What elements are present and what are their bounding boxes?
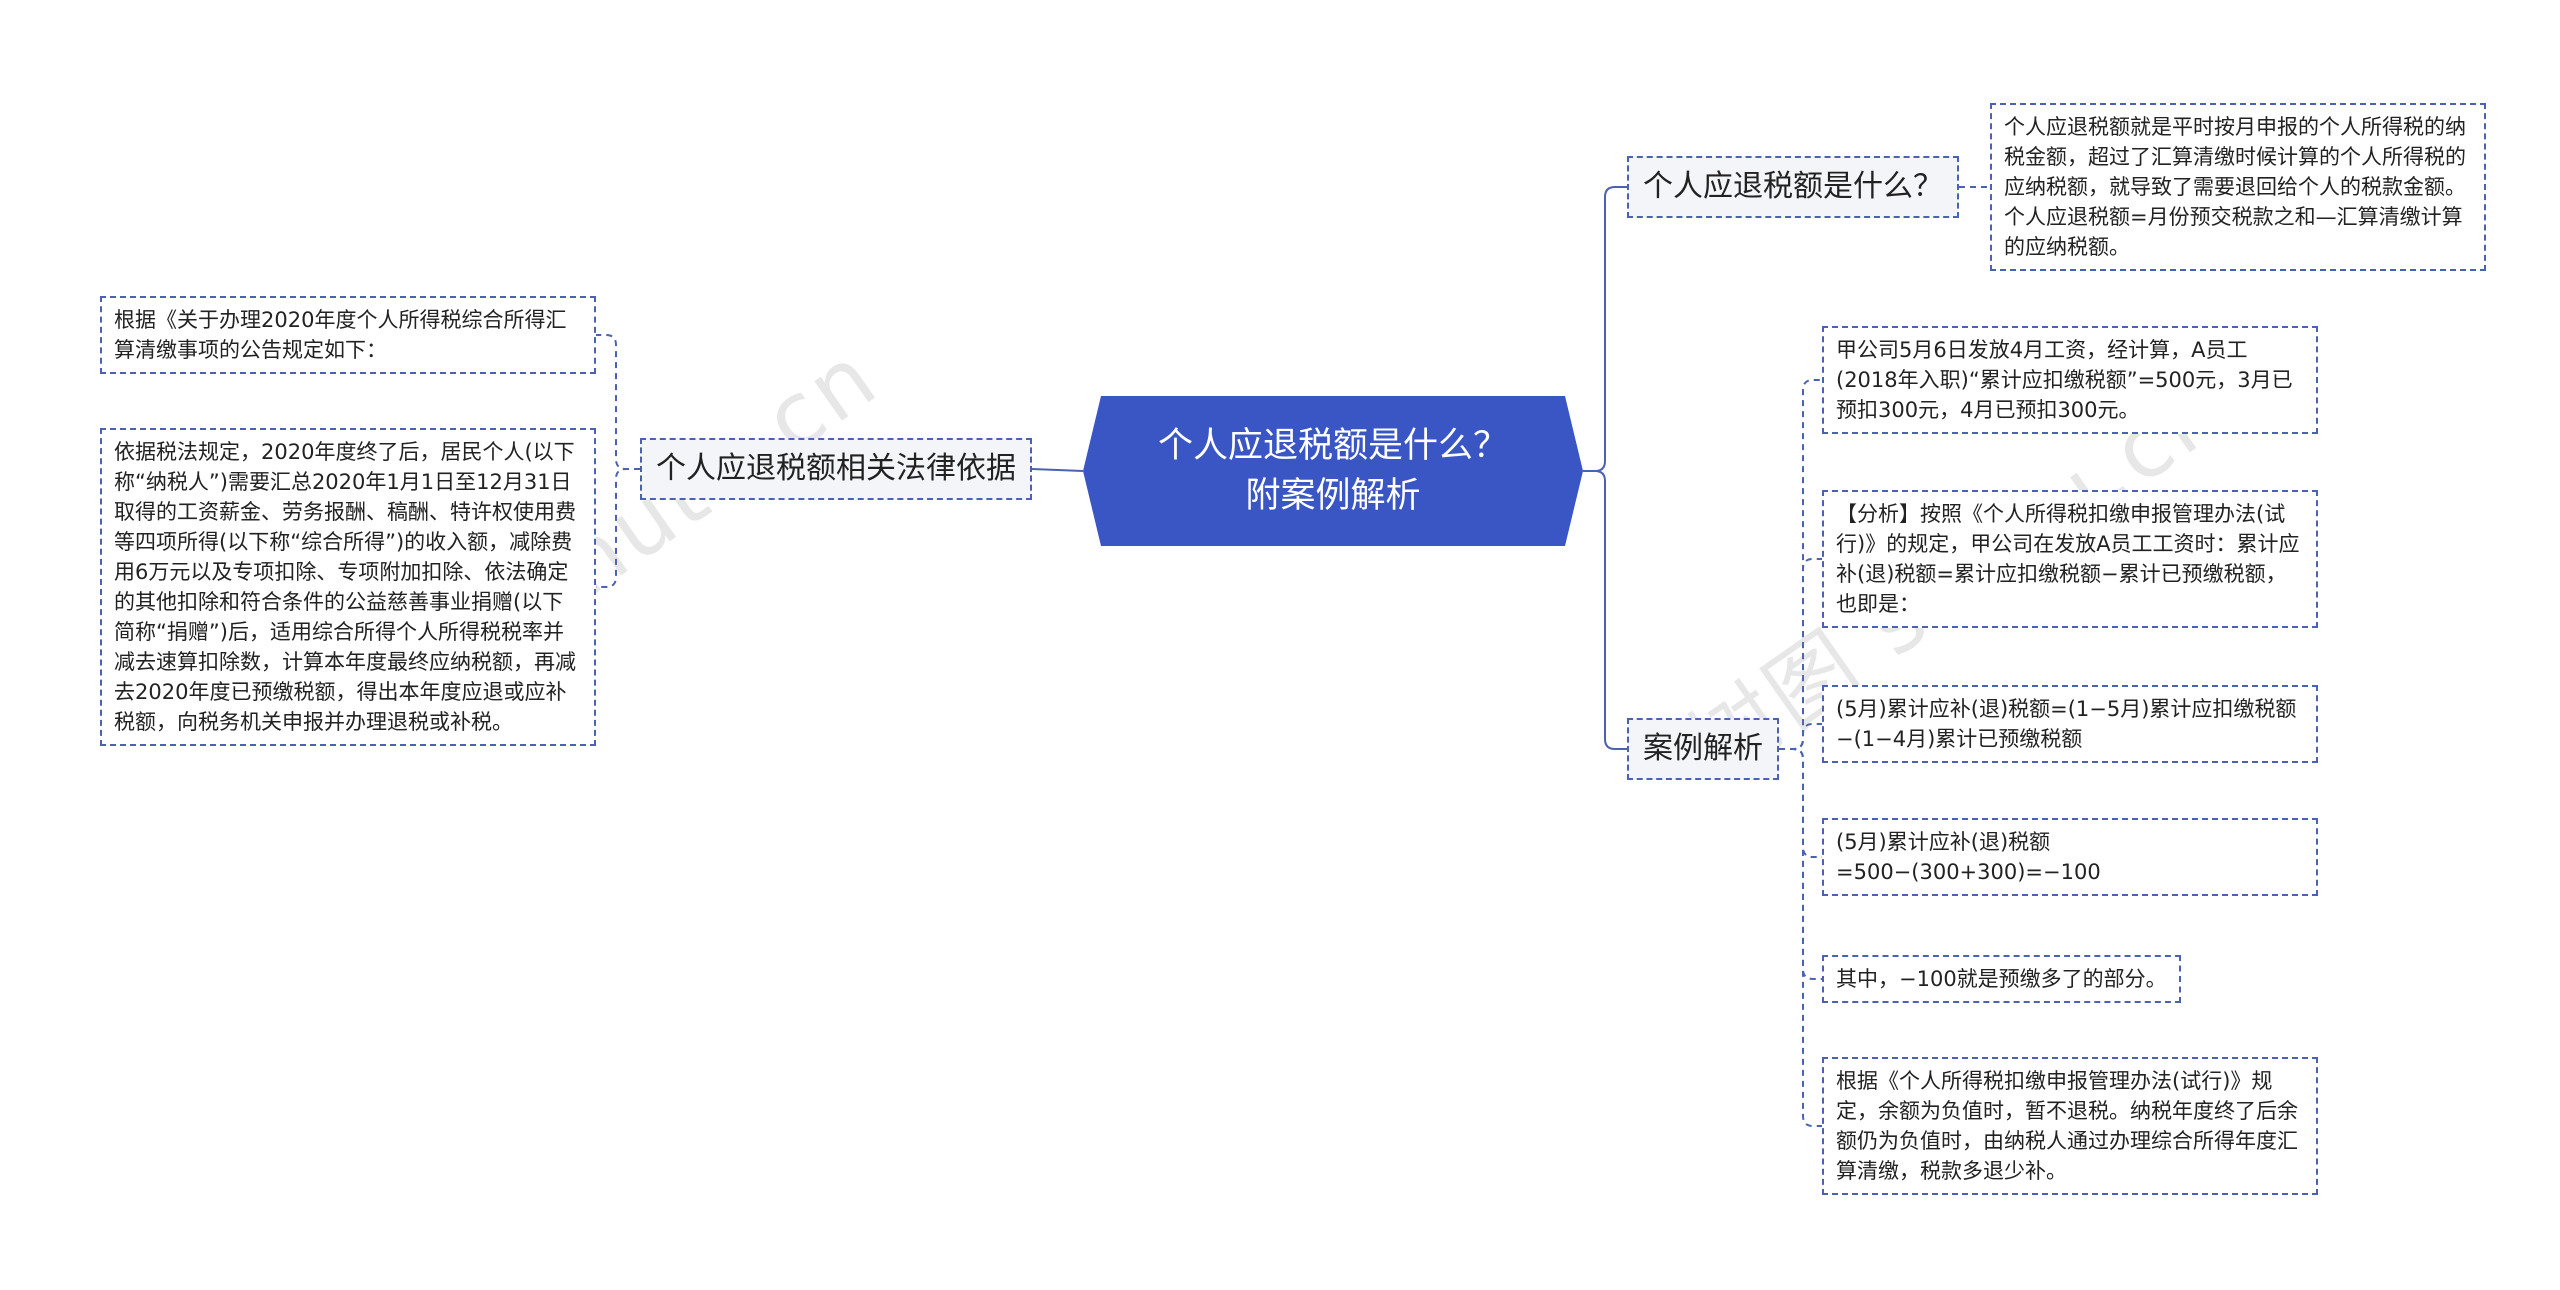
- connector-line: [1583, 470, 1627, 750]
- topic-what-is-refund-label: 个人应退税额是什么？: [1643, 169, 1943, 204]
- leaf-law-detail-text: 依据税法规定，2020年度终了后，居民个人(以下称“纳税人”)需要汇总2020年…: [114, 440, 576, 734]
- topic-law-basis[interactable]: 个人应退税额相关法律依据: [640, 438, 1032, 500]
- connector-line: [1031, 468, 1084, 472]
- connector-line: [1779, 723, 1822, 750]
- connector-line: [1779, 748, 1822, 858]
- leaf-case-rule[interactable]: 根据《个人所得税扣缴申报管理办法(试行)》规定，余额为负值时，暂不退税。纳税年度…: [1822, 1057, 2318, 1195]
- leaf-what-definition-text: 个人应退税额就是平时按月申报的个人所得税的纳税金额，超过了汇算清缴时候计算的个人…: [2004, 115, 2466, 259]
- connector-line: [1779, 379, 1822, 750]
- connector-line: [596, 334, 640, 470]
- mind-map-canvas: shutu.cn 树图 shutu.cn 个人应退税额是什么？附案例解析 个人应…: [0, 0, 2560, 1290]
- topic-case-analysis[interactable]: 案例解析: [1627, 718, 1779, 780]
- connector-line: [1583, 186, 1627, 472]
- leaf-case-calculation[interactable]: (5月)累计应补(退)税额=500−(300+300)=−100: [1822, 818, 2318, 896]
- leaf-case-background-text: 甲公司5月6日发放4月工资，经计算，A员工(2018年入职)“累计应扣缴税额”=…: [1836, 338, 2293, 422]
- leaf-case-rule-text: 根据《个人所得税扣缴申报管理办法(试行)》规定，余额为负值时，暂不退税。纳税年度…: [1836, 1069, 2298, 1183]
- topic-what-is-refund[interactable]: 个人应退税额是什么？: [1627, 156, 1959, 218]
- connector-line: [596, 468, 640, 588]
- leaf-case-note[interactable]: 其中，−100就是预缴多了的部分。: [1822, 955, 2181, 1003]
- leaf-case-note-text: 其中，−100就是预缴多了的部分。: [1836, 967, 2167, 991]
- topic-case-analysis-label: 案例解析: [1643, 731, 1763, 766]
- leaf-case-formula-text: (5月)累计应补(退)税额=(1−5月)累计应扣缴税额−(1−4月)累计已预缴税…: [1836, 697, 2297, 751]
- connector-line: [1779, 748, 1822, 980]
- leaf-law-intro[interactable]: 根据《关于办理2020年度个人所得税综合所得汇算清缴事项的公告规定如下：: [100, 296, 596, 374]
- connector-line: [1779, 558, 1822, 750]
- root-title: 个人应退税额是什么？附案例解析: [1157, 426, 1508, 516]
- leaf-case-analysis-text: 【分析】按照《个人所得税扣缴申报管理办法(试行)》的规定，甲公司在发放A员工工资…: [1836, 502, 2300, 616]
- leaf-what-definition[interactable]: 个人应退税额就是平时按月申报的个人所得税的纳税金额，超过了汇算清缴时候计算的个人…: [1990, 103, 2486, 271]
- leaf-law-detail[interactable]: 依据税法规定，2020年度终了后，居民个人(以下称“纳税人”)需要汇总2020年…: [100, 428, 596, 746]
- topic-law-basis-label: 个人应退税额相关法律依据: [656, 451, 1016, 486]
- leaf-case-analysis[interactable]: 【分析】按照《个人所得税扣缴申报管理办法(试行)》的规定，甲公司在发放A员工工资…: [1822, 490, 2318, 628]
- connector-line: [1779, 748, 1822, 1127]
- leaf-case-calculation-text: (5月)累计应补(退)税额=500−(300+300)=−100: [1836, 830, 2101, 884]
- leaf-case-formula[interactable]: (5月)累计应补(退)税额=(1−5月)累计应扣缴税额−(1−4月)累计已预缴税…: [1822, 685, 2318, 763]
- leaf-case-background[interactable]: 甲公司5月6日发放4月工资，经计算，A员工(2018年入职)“累计应扣缴税额”=…: [1822, 326, 2318, 434]
- root-topic[interactable]: 个人应退税额是什么？附案例解析: [1083, 396, 1583, 546]
- leaf-law-intro-text: 根据《关于办理2020年度个人所得税综合所得汇算清缴事项的公告规定如下：: [114, 308, 567, 362]
